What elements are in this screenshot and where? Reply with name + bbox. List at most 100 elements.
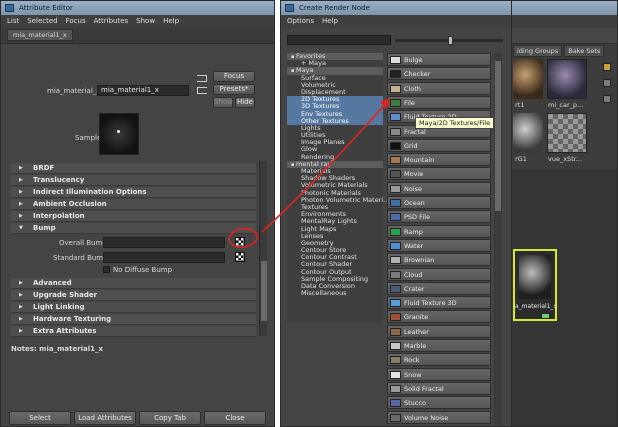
output-connection-icon[interactable] xyxy=(197,87,207,94)
node-button[interactable]: Movie xyxy=(387,167,491,181)
standard-bump-map-icon[interactable] xyxy=(235,252,245,262)
node-button[interactable]: Marble xyxy=(387,339,491,352)
node-button[interactable]: Bulge xyxy=(387,53,491,66)
menu-help[interactable]: Help xyxy=(163,15,179,28)
node-label: Fluid Texture 3D xyxy=(404,299,457,308)
side-icon-2[interactable] xyxy=(603,79,611,87)
window-title: Attribute Editor xyxy=(19,4,73,12)
node-label: Mountain xyxy=(404,156,435,165)
swatch-label-4: vue_xStr... xyxy=(548,155,583,163)
node-button[interactable]: Mountain xyxy=(387,153,491,167)
swatch-2[interactable] xyxy=(547,59,587,99)
node-list-scrollbar[interactable] xyxy=(494,53,502,425)
node-button[interactable]: File xyxy=(387,95,491,109)
swatch-4[interactable] xyxy=(547,113,587,153)
node-button[interactable]: Ocean xyxy=(387,196,491,209)
node-button[interactable]: Grid xyxy=(387,138,491,152)
section-advanced[interactable]: Advanced xyxy=(11,278,256,289)
node-swatch-icon xyxy=(390,156,401,165)
node-button[interactable]: Water xyxy=(387,238,491,252)
swatch-3[interactable] xyxy=(513,113,543,153)
overall-bump-field[interactable] xyxy=(103,237,225,248)
slider-handle[interactable] xyxy=(448,36,453,45)
node-button[interactable]: Ramp xyxy=(387,224,491,238)
input-connection-icon[interactable] xyxy=(197,75,207,82)
node-button[interactable]: Checker xyxy=(387,67,491,81)
select-button[interactable]: Select xyxy=(9,411,71,425)
tab-mia-material[interactable]: mia_material1_x xyxy=(7,29,73,41)
section-light-linking[interactable]: Light Linking xyxy=(11,302,256,313)
node-button[interactable]: Brownian xyxy=(387,253,491,267)
node-swatch-icon xyxy=(390,170,401,179)
output-port-icon[interactable] xyxy=(541,313,550,319)
overall-bump-map-icon[interactable] xyxy=(235,237,245,247)
side-icon-3[interactable] xyxy=(603,95,611,103)
copy-tab-button[interactable]: Copy Tab xyxy=(139,411,201,425)
node-label: Marble xyxy=(404,342,427,350)
node-button[interactable]: Leather xyxy=(387,324,491,338)
menu-show[interactable]: Show xyxy=(136,15,155,28)
attribute-scrollbar[interactable] xyxy=(259,161,267,336)
node-swatch-icon xyxy=(390,56,401,64)
swatch-1[interactable] xyxy=(513,59,543,99)
tab-shading-groups[interactable]: iding Groups xyxy=(513,45,563,57)
node-button[interactable]: Rock xyxy=(387,353,491,367)
node-swatch-icon xyxy=(390,342,401,350)
menu-list[interactable]: List xyxy=(7,15,19,28)
hide-button[interactable]: Hide xyxy=(235,97,255,108)
category-item[interactable]: Miscellaneous xyxy=(287,289,383,297)
node-label: Brownian xyxy=(404,256,435,265)
section-hardware-texturing[interactable]: Hardware Texturing xyxy=(11,314,256,325)
scrollbar-thumb[interactable] xyxy=(261,261,267,321)
section-upgrade-shader[interactable]: Upgrade Shader xyxy=(11,290,256,301)
section-extra-attributes[interactable]: Extra Attributes xyxy=(11,326,256,337)
node-name-field[interactable]: mia_material1_x xyxy=(97,85,189,96)
selected-material-node[interactable]: a_material1_x xyxy=(513,249,557,321)
show-button[interactable]: Show xyxy=(213,97,233,108)
section-indirect-illumination[interactable]: Indirect Illumination Options xyxy=(11,187,256,198)
load-attributes-button[interactable]: Load Attributes xyxy=(74,411,136,425)
node-swatch-icon xyxy=(390,327,401,336)
section-brdf[interactable]: BRDF xyxy=(11,163,256,174)
no-diffuse-bump-checkbox[interactable] xyxy=(103,266,110,273)
section-interpolation[interactable]: Interpolation xyxy=(11,211,256,222)
focus-button[interactable]: Focus xyxy=(213,71,255,82)
menu-attributes[interactable]: Attributes xyxy=(94,15,129,28)
section-translucency[interactable]: Translucency xyxy=(11,175,256,186)
section-bump[interactable]: Bump xyxy=(11,223,256,234)
menu-help[interactable]: Help xyxy=(322,15,338,28)
search-field[interactable] xyxy=(287,35,391,45)
tab-bake-sets[interactable]: Bake Sets xyxy=(564,45,605,57)
node-button[interactable]: Fluid Texture 3D xyxy=(387,296,491,310)
side-icon-1[interactable] xyxy=(603,63,611,71)
node-button[interactable]: Crater xyxy=(387,281,491,295)
node-button[interactable]: Noise xyxy=(387,181,491,195)
notes-label: Notes: mia_material1_x xyxy=(11,345,104,353)
standard-bump-field[interactable] xyxy=(103,252,225,263)
node-label: Granite xyxy=(404,313,429,322)
section-ambient-occlusion[interactable]: Ambient Occlusion xyxy=(11,199,256,210)
menu-focus[interactable]: Focus xyxy=(66,15,86,28)
node-label: Checker xyxy=(404,70,431,79)
menu-selected[interactable]: Selected xyxy=(27,15,57,28)
node-label: PSD File xyxy=(404,213,430,222)
node-button[interactable]: Granite xyxy=(387,310,491,324)
node-button[interactable]: Snow xyxy=(387,367,491,381)
node-button[interactable]: Cloth xyxy=(387,81,491,95)
node-button[interactable]: Cloud xyxy=(387,267,491,281)
swatch-label-2: mi_car_p... xyxy=(548,101,584,109)
node-button[interactable]: Solid Fractal xyxy=(387,381,491,395)
node-swatch-icon xyxy=(390,413,401,422)
node-swatch-icon xyxy=(390,241,401,250)
node-scroll-thumb[interactable] xyxy=(495,61,501,211)
node-button[interactable]: Stucco xyxy=(387,396,491,410)
menu-options[interactable]: Options xyxy=(287,15,314,28)
node-button[interactable]: Volume Noise xyxy=(387,410,491,424)
node-button[interactable]: PSD File xyxy=(387,210,491,224)
presets-button[interactable]: Presets* xyxy=(213,84,255,95)
close-button[interactable]: Close xyxy=(204,411,266,425)
notes-area[interactable] xyxy=(9,355,267,405)
hypershade-window: iding Groups Bake Sets rt1 mi_car_p... r… xyxy=(510,0,618,427)
node-swatch-icon xyxy=(390,127,401,136)
create-render-node-titlebar: Create Render Node xyxy=(281,1,511,15)
